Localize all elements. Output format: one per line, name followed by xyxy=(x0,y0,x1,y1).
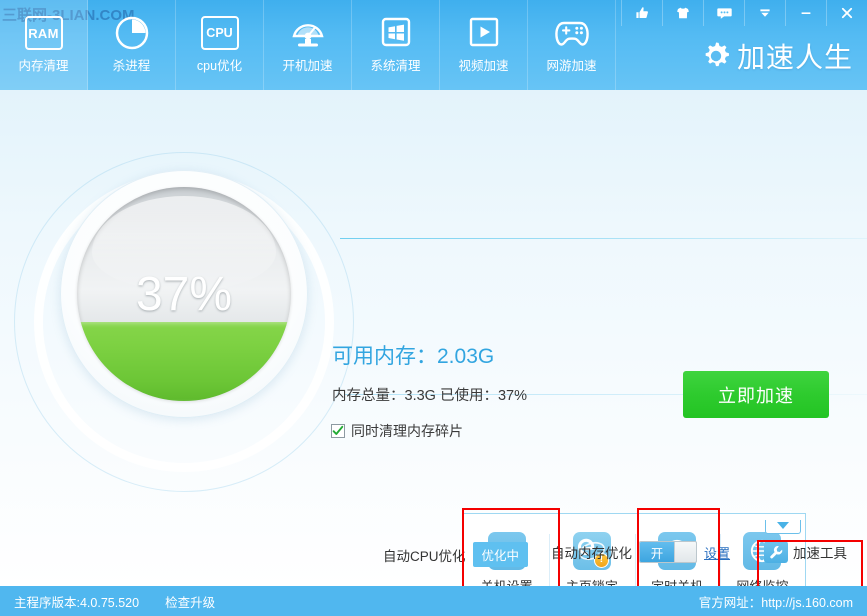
feedback-icon[interactable] xyxy=(703,0,744,26)
clear-fragments-checkbox[interactable]: 同时清理内存碎片 xyxy=(331,421,463,441)
accelerate-now-button[interactable]: 立即加速 xyxy=(683,371,829,418)
tool-label: 定时关机 xyxy=(651,578,704,587)
divider-line-top xyxy=(340,238,867,239)
cpu-status-badge[interactable]: 优化中 xyxy=(472,542,529,567)
auto-cpu-optimize-option: 自动CPU优化 优化中 xyxy=(383,542,529,567)
official-site-text: 官方网址：http://js.160.com xyxy=(698,595,853,610)
options-row: 自动CPU优化 优化中 自动内存优化 开 设置 xyxy=(0,533,867,573)
memory-settings-link[interactable]: 设置 xyxy=(704,543,730,562)
accel-tools-notch xyxy=(765,520,801,534)
memory-toggle-switch[interactable]: 开 xyxy=(639,541,697,563)
toggle-knob xyxy=(674,542,696,562)
auto-cpu-label: 自动CPU优化 xyxy=(383,548,466,564)
close-icon[interactable] xyxy=(826,0,867,26)
application-window: 三联网-3LIAN.COM RAM 内存清理 杀进程 CPU cpu优化 开机加… xyxy=(0,0,867,616)
menu-icon[interactable] xyxy=(744,0,785,26)
ram-icon: RAM xyxy=(23,12,65,54)
nav-label: 视频加速 xyxy=(458,59,509,73)
gear-icon xyxy=(705,42,729,67)
checkmark-icon xyxy=(332,425,344,435)
thumbs-up-icon[interactable] xyxy=(621,0,662,26)
auto-memory-optimize-option: 自动内存优化 开 设置 xyxy=(551,541,730,563)
memory-totals-text: 内存总量：3.3G 已使用：37% xyxy=(332,388,527,404)
nav-label: 系统清理 xyxy=(370,59,421,73)
main-navigation: RAM 内存清理 杀进程 CPU cpu优化 开机加速 系统清理 视频加速 网游… xyxy=(0,0,616,90)
nav-item-system-clean[interactable]: 系统清理 xyxy=(352,0,440,90)
windows-icon xyxy=(375,12,417,54)
nav-label: 网游加速 xyxy=(546,59,597,73)
status-left-group: 主程序版本:4.0.75.520 检查升级 xyxy=(14,592,215,611)
play-video-icon xyxy=(463,12,505,54)
nav-label: 开机加速 xyxy=(282,59,333,73)
cpu-icon: CPU xyxy=(199,12,241,54)
version-text: 主程序版本:4.0.75.520 xyxy=(14,595,140,610)
minimize-icon[interactable] xyxy=(785,0,826,26)
nav-label: 内存清理 xyxy=(18,59,69,73)
auto-memory-label: 自动内存优化 xyxy=(551,546,632,561)
nav-item-video-accelerate[interactable]: 视频加速 xyxy=(440,0,528,90)
memory-gauge: 37% xyxy=(60,170,308,418)
gauge-percent-text: 37% xyxy=(135,267,233,321)
skin-icon[interactable] xyxy=(662,0,703,26)
main-content: 37% 可用内存：2.03G 内存总量：3.3G 已使用：37% 同时清理内存碎… xyxy=(0,90,867,586)
speedometer-monitor-icon xyxy=(287,12,329,54)
nav-item-cpu-optimize[interactable]: CPU cpu优化 xyxy=(176,0,264,90)
tool-label: 主页锁定 xyxy=(565,578,618,587)
gauge-dial: 37% xyxy=(77,187,291,401)
window-header: 三联网-3LIAN.COM RAM 内存清理 杀进程 CPU cpu优化 开机加… xyxy=(0,0,867,90)
gamepad-icon xyxy=(551,12,593,54)
status-bar: 主程序版本:4.0.75.520 检查升级 官方网址：http://js.160… xyxy=(0,586,867,616)
accel-tools-button[interactable]: 加速工具 xyxy=(764,541,847,563)
nav-label: 杀进程 xyxy=(112,59,151,73)
nav-item-game-accelerate[interactable]: 网游加速 xyxy=(528,0,616,90)
tool-label: 网络监控 xyxy=(736,578,789,587)
nav-label: cpu优化 xyxy=(196,59,243,73)
brand-logo: 加速人生 xyxy=(699,36,853,76)
wrench-icon xyxy=(764,541,788,563)
available-memory-text: 可用内存：2.03G xyxy=(332,345,495,368)
toggle-on-label: 开 xyxy=(640,542,674,562)
checkbox-label: 同时清理内存碎片 xyxy=(351,423,463,439)
tool-label: 关机设置 xyxy=(480,578,533,587)
nav-item-kill-process[interactable]: 杀进程 xyxy=(88,0,176,90)
window-controls xyxy=(621,0,867,26)
nav-item-memory-clean[interactable]: RAM 内存清理 xyxy=(0,0,88,90)
pie-chart-icon xyxy=(111,12,153,54)
check-upgrade-link[interactable]: 检查升级 xyxy=(165,592,215,611)
nav-item-boot-accelerate[interactable]: 开机加速 xyxy=(264,0,352,90)
brand-title: 加速人生 xyxy=(736,42,853,73)
checkbox-box[interactable] xyxy=(331,424,345,438)
accel-tools-label: 加速工具 xyxy=(793,546,847,561)
